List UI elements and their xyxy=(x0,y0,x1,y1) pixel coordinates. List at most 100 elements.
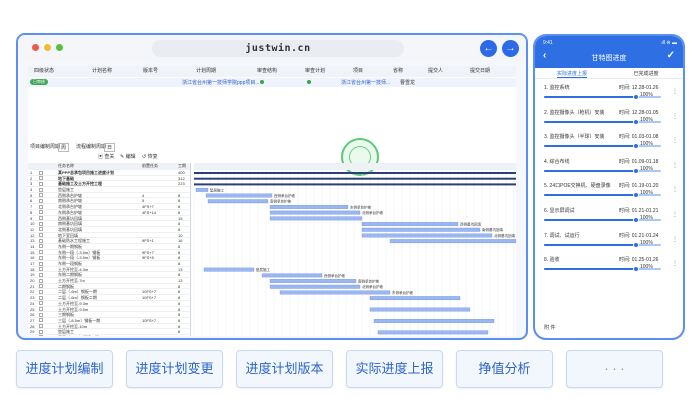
task-name-cell: 土方开挖至-7m xyxy=(58,278,85,284)
gantt-task-bar[interactable] xyxy=(389,239,516,244)
header-cell: 提交日期 xyxy=(470,68,491,74)
progress-item[interactable]: 7. 调试、试运行 时间: 01.21-01.24 ⋮ 100% xyxy=(535,228,683,253)
progress-item[interactable]: 3. 监控摄像头（半球）安装 时间: 01.03-01.08 ⋮ 100% xyxy=(535,129,683,154)
gantt-task-bar[interactable] xyxy=(205,193,273,198)
action-search[interactable]: ▣ 查关 xyxy=(98,153,114,160)
slider-knob[interactable] xyxy=(633,143,639,150)
more-icon[interactable]: ⋮ xyxy=(672,137,678,144)
tab-actual-progress[interactable]: 实际进度上报 xyxy=(535,70,609,77)
more-icon[interactable]: ⋮ xyxy=(672,88,678,95)
slider-knob[interactable] xyxy=(633,192,639,199)
header-cell: 提交人 xyxy=(428,68,444,74)
header-cell: 版本号 xyxy=(143,68,159,74)
progress-item[interactable]: 8. 验收 时间: 01.25-01.26 ⋮ 100% xyxy=(535,252,683,277)
arrow-left-icon[interactable]: ← xyxy=(480,40,497,57)
gantt-summary-bar[interactable] xyxy=(194,183,516,186)
table-cell xyxy=(39,250,43,255)
progress-item[interactable]: 2. 监控摄像头（枪机）安装 时间: 12.28-01.05 ⋮ 100% xyxy=(535,105,683,130)
table-cell xyxy=(39,255,43,260)
minimize-dot[interactable] xyxy=(44,44,51,51)
table-cell: 4 xyxy=(142,192,145,198)
more-icon[interactable]: ⋮ xyxy=(672,113,678,120)
gantt-task-bar[interactable] xyxy=(269,210,361,215)
action-edit[interactable]: ✎ 编辑 xyxy=(120,153,136,160)
progress-percent: 100% xyxy=(640,92,653,98)
slider-knob[interactable] xyxy=(633,118,639,125)
button-label: 挣值分析 xyxy=(478,361,531,376)
gantt-task-bar[interactable] xyxy=(279,290,391,295)
gantt-task-bar[interactable] xyxy=(269,216,363,221)
attachments-label: 附 件 xyxy=(544,325,556,331)
btn-plan-compile[interactable]: 进度计划编制 xyxy=(16,350,113,388)
header-cell: 项目 xyxy=(353,68,364,74)
header-cell: 任务名称 xyxy=(58,163,74,168)
progress-item[interactable]: 1. 监控系统 时间: 12.28-01.26 ⋮ 100% xyxy=(535,80,683,105)
gantt-task-bar[interactable] xyxy=(377,330,489,335)
more-icon[interactable]: ⋮ xyxy=(672,162,678,169)
table-cell: 8 xyxy=(178,295,181,301)
progress-item[interactable]: 5. 24口POE交换机、硬盘录像 时间: 01.19-01.20 ⋮ 100% xyxy=(535,178,683,203)
header-cell: 省称 xyxy=(393,68,404,74)
gantt-bars: 垫层施工西侧承台护坡南侧承台护坡东侧承台护坡北侧承台护坡西侧基坑回填南侧基坑回填… xyxy=(194,170,516,336)
gantt-task-bar[interactable] xyxy=(361,227,481,232)
mobile-page-title: 甘特图进度 xyxy=(591,55,627,62)
slider-knob[interactable] xyxy=(633,94,639,100)
table-cell: 29 xyxy=(30,329,35,335)
table-cell: 22 xyxy=(30,289,35,295)
plan-table-header: 四级状态 计划名称 版本号 计划周期 审查结构 审查计划 项目 省称 提交人 提… xyxy=(28,66,516,77)
gantt-task-bar[interactable] xyxy=(269,205,349,209)
arrow-right-icon[interactable]: → xyxy=(502,40,519,57)
status-time: 9:41 xyxy=(543,40,553,46)
gantt-bar-label: 北侧承台护坡 xyxy=(362,210,383,215)
gantt-task-bar[interactable] xyxy=(261,273,323,278)
plan-table-row[interactable]: 浙江省台州第一技师学院ppp项目... 浙江省台州第一技师... 曹雪龙 xyxy=(28,78,516,87)
gantt-task-bar[interactable] xyxy=(195,187,209,192)
btn-plan-version[interactable]: 进度计划版本 xyxy=(236,350,333,388)
btn-plan-change[interactable]: 进度计划变更 xyxy=(126,350,223,388)
gantt-task-bar[interactable] xyxy=(203,267,255,272)
gantt-task-bar[interactable] xyxy=(361,233,493,238)
maximize-dot[interactable] xyxy=(56,44,63,51)
more-icon[interactable]: ⋮ xyxy=(672,236,678,243)
more-icon[interactable]: ⋮ xyxy=(672,211,678,218)
check-icon[interactable]: ✓ xyxy=(667,50,675,61)
table-cell: 4FS+14 xyxy=(142,209,157,215)
slider-knob[interactable] xyxy=(633,167,639,174)
period-select[interactable]: 日 xyxy=(104,143,116,152)
more-icon[interactable]: ⋮ xyxy=(672,186,678,193)
gantt-task-bar[interactable] xyxy=(369,296,461,301)
gantt-task-bar[interactable] xyxy=(361,222,459,226)
gantt-task-bar[interactable] xyxy=(369,307,471,312)
slider-knob[interactable] xyxy=(633,216,639,223)
header-cell: 计划名称 xyxy=(92,68,113,74)
btn-actual-progress[interactable]: 实际进度上报 xyxy=(346,350,443,388)
table-cell xyxy=(39,198,43,203)
action-restore[interactable]: ↺ 恢复 xyxy=(142,153,158,160)
gantt-task-bar[interactable] xyxy=(269,279,357,283)
table-cell: 14 xyxy=(30,243,35,249)
table-cell: 8 xyxy=(30,209,33,215)
btn-earned-value[interactable]: 挣值分析 xyxy=(456,350,553,388)
close-dot[interactable] xyxy=(32,44,39,51)
url-bar[interactable]: justwin.cn xyxy=(152,40,404,57)
gantt-task-bar[interactable] xyxy=(373,319,495,323)
gantt-summary-bar[interactable] xyxy=(194,172,516,174)
table-cell: 26 xyxy=(30,312,35,318)
period-select[interactable]: 周 xyxy=(58,143,70,152)
tab-completed-progress[interactable]: 已完成进度 xyxy=(609,70,683,77)
table-cell xyxy=(39,307,43,311)
table-cell: 21 xyxy=(30,283,35,289)
gantt-task-bar[interactable] xyxy=(207,199,269,204)
slider-knob[interactable] xyxy=(633,266,639,273)
table-cell: 30 xyxy=(30,335,34,336)
table-row[interactable]: 30 四层（-11m）钢板一期 27FS+7 8 xyxy=(28,335,190,336)
progress-item[interactable]: 6. 显示屏调试 时间: 01.21-01.21 ⋮ 100% xyxy=(535,203,683,228)
btn-more[interactable]: · · · xyxy=(566,350,663,388)
more-icon[interactable]: ⋮ xyxy=(672,260,678,267)
table-cell: 28 xyxy=(30,323,35,329)
gantt-summary-bar[interactable] xyxy=(194,177,516,180)
slider-knob[interactable] xyxy=(633,241,639,248)
progress-item[interactable]: 4. 综合布线 时间: 01.09-01.18 ⋮ 100% xyxy=(535,154,683,179)
gantt-task-bar[interactable] xyxy=(269,284,361,289)
plan-name-cell[interactable]: 浙江省台州第一技师学院ppp项目... xyxy=(182,79,260,86)
